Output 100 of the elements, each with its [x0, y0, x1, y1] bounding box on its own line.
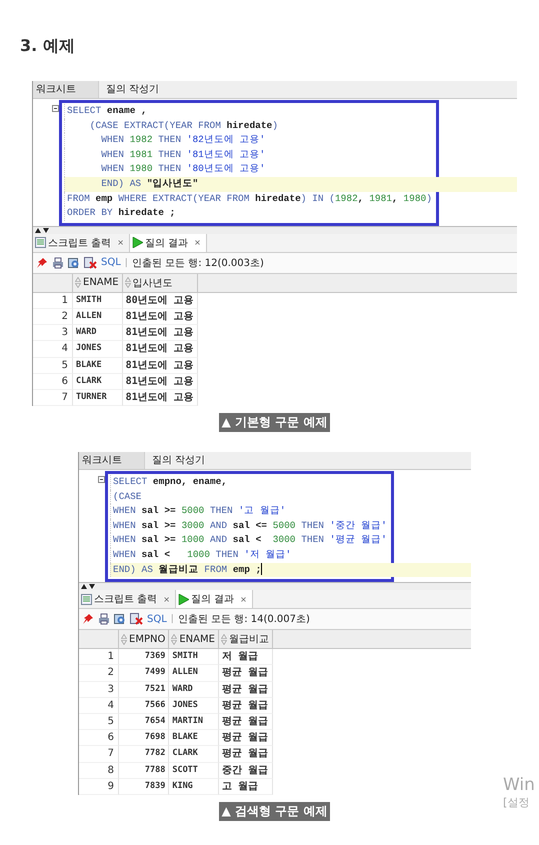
sql-link[interactable]: SQL: [147, 614, 167, 625]
table-cell: 81년도에 고용: [122, 325, 198, 342]
table-cell: ALLEN: [73, 308, 123, 326]
column-header[interactable]: 입사년도: [122, 274, 198, 293]
row-number: 8: [79, 762, 119, 779]
table-cell: 7521: [119, 682, 170, 698]
table-cell: TURNER: [73, 390, 123, 406]
table-cell: 7499: [119, 665, 170, 682]
row-number: 9: [79, 778, 119, 795]
code-line: WHEN sal >= 1000 AND sal < 3000 THEN '평균 월급': [110, 533, 387, 548]
column-header[interactable]: EMPNO: [119, 630, 170, 650]
table-cell: 평균 월급: [218, 665, 273, 682]
table-cell: CLARK: [169, 746, 219, 763]
result-tab[interactable]: 질의 결과 ×: [176, 590, 253, 608]
play-icon: [132, 237, 143, 248]
row-number: 1: [33, 292, 73, 309]
close-button[interactable]: ×: [194, 238, 201, 248]
row-number: 5: [33, 358, 73, 374]
table-cell: 7566: [119, 698, 170, 714]
fetch-status: 인출된 모든 행: 14(0.007초): [178, 613, 310, 626]
code-line: WHEN 1982 THEN '82년도에 고용': [64, 133, 432, 148]
table-cell: 7782: [119, 746, 170, 763]
row-number: 2: [79, 665, 119, 682]
row-number: 4: [79, 698, 119, 714]
separator: |: [124, 258, 128, 268]
activation-subtitle: [설정: [503, 795, 530, 810]
table-cell: 고 월급: [218, 778, 273, 795]
table-cell: 7654: [119, 714, 170, 730]
row-number: 6: [33, 374, 73, 390]
table-cell: 81년도에 고용: [122, 341, 198, 358]
table-cell: 81년도에 고용: [122, 374, 198, 390]
worksheet-tab[interactable]: 질의 작성기: [149, 452, 228, 470]
table-cell: 평균 월급: [218, 714, 273, 730]
table-cell: 7369: [119, 649, 170, 666]
table-cell: 저 월급: [218, 649, 273, 666]
table-cell: 81년도에 고용: [122, 358, 198, 374]
table-cell: MARTIN: [169, 714, 219, 730]
pin-icon[interactable]: [82, 613, 94, 626]
sort-icon: [75, 277, 81, 288]
table-cell: KING: [169, 778, 219, 795]
row-number: 7: [79, 746, 119, 763]
worksheet-tab[interactable]: 워크시트: [79, 452, 145, 470]
row-number: 7: [33, 390, 73, 406]
code-line: (CASE EXTRACT(YEAR FROM hiredate): [64, 118, 432, 134]
fold-icon: [52, 105, 59, 112]
table-cell: 평균 월급: [218, 730, 273, 746]
table-cell: 80년도에 고용: [122, 292, 198, 309]
row-number: 3: [79, 682, 119, 698]
row-number: 5: [79, 714, 119, 730]
sql-link[interactable]: SQL: [101, 257, 121, 268]
code-line: WHEN sal >= 5000 THEN '고 월급': [110, 504, 387, 519]
sort-icon: [121, 634, 127, 645]
table-cell: 81년도에 고용: [122, 308, 198, 326]
printer-icon[interactable]: [52, 256, 64, 269]
column-header[interactable]: ENAME: [73, 274, 123, 293]
table-cell: BLAKE: [73, 358, 123, 374]
clear-icon[interactable]: [130, 613, 143, 626]
table-cell: 7839: [119, 778, 170, 795]
worksheet-tab[interactable]: 질의 작성기: [103, 81, 182, 98]
code-line: SELECT empno, ename,: [110, 475, 387, 490]
code-line: WHEN 1981 THEN '81년도에 고용': [64, 148, 432, 162]
code-line: FROM emp WHERE EXTRACT(YEAR FROM hiredate) IN (1982, 1981, 1980): [64, 192, 432, 206]
row-number: 4: [33, 341, 73, 358]
table-cell: BLAKE: [169, 730, 219, 746]
table-cell: JONES: [169, 698, 219, 714]
pin-icon[interactable]: [36, 256, 48, 269]
close-button[interactable]: ×: [117, 238, 124, 248]
table-cell: 평균 월급: [218, 698, 273, 714]
splitter-arrows-icon[interactable]: [81, 584, 95, 590]
result-tab[interactable]: 스크립트 출력 ×: [79, 590, 176, 608]
figure-caption: ▲ 기본형 구문 예제: [218, 413, 330, 432]
code-line: (CASE: [110, 490, 387, 504]
close-button[interactable]: ×: [163, 594, 170, 604]
fetch-status: 인출된 모든 행: 12(0.003초): [132, 256, 264, 270]
separator: |: [170, 614, 174, 624]
row-number: 1: [79, 649, 119, 666]
table-cell: 7698: [119, 730, 170, 746]
splitter-arrows-icon[interactable]: [35, 228, 49, 233]
code-line: ORDER BY hiredate ;: [64, 206, 432, 221]
row-number: 6: [79, 730, 119, 746]
column-header[interactable]: ENAME: [169, 630, 219, 650]
close-button[interactable]: ×: [240, 594, 247, 604]
result-tab[interactable]: 질의 결과 ×: [130, 234, 207, 252]
row-number: 2: [33, 308, 73, 326]
column-header[interactable]: 월급비교: [218, 630, 273, 650]
activation-title: Win: [503, 775, 535, 795]
table-cell: JONES: [73, 341, 123, 358]
clear-icon[interactable]: [84, 256, 97, 269]
result-tab[interactable]: 스크립트 출력 ×: [33, 234, 130, 252]
fold-icon: [98, 476, 105, 484]
printer-icon[interactable]: [98, 613, 110, 626]
table-cell: WARD: [169, 682, 219, 698]
code-line: WHEN sal >= 3000 AND sal <= 5000 THEN '중간 월급': [110, 518, 387, 534]
worksheet-tab[interactable]: 워크시트: [33, 81, 99, 98]
row-number: 3: [33, 325, 73, 342]
sort-icon: [220, 634, 227, 645]
sort-icon: [124, 277, 131, 288]
code-line: SELECT ename ,: [64, 104, 432, 119]
table-cell: 7788: [119, 762, 170, 779]
table-cell: 중간 월급: [218, 762, 273, 779]
